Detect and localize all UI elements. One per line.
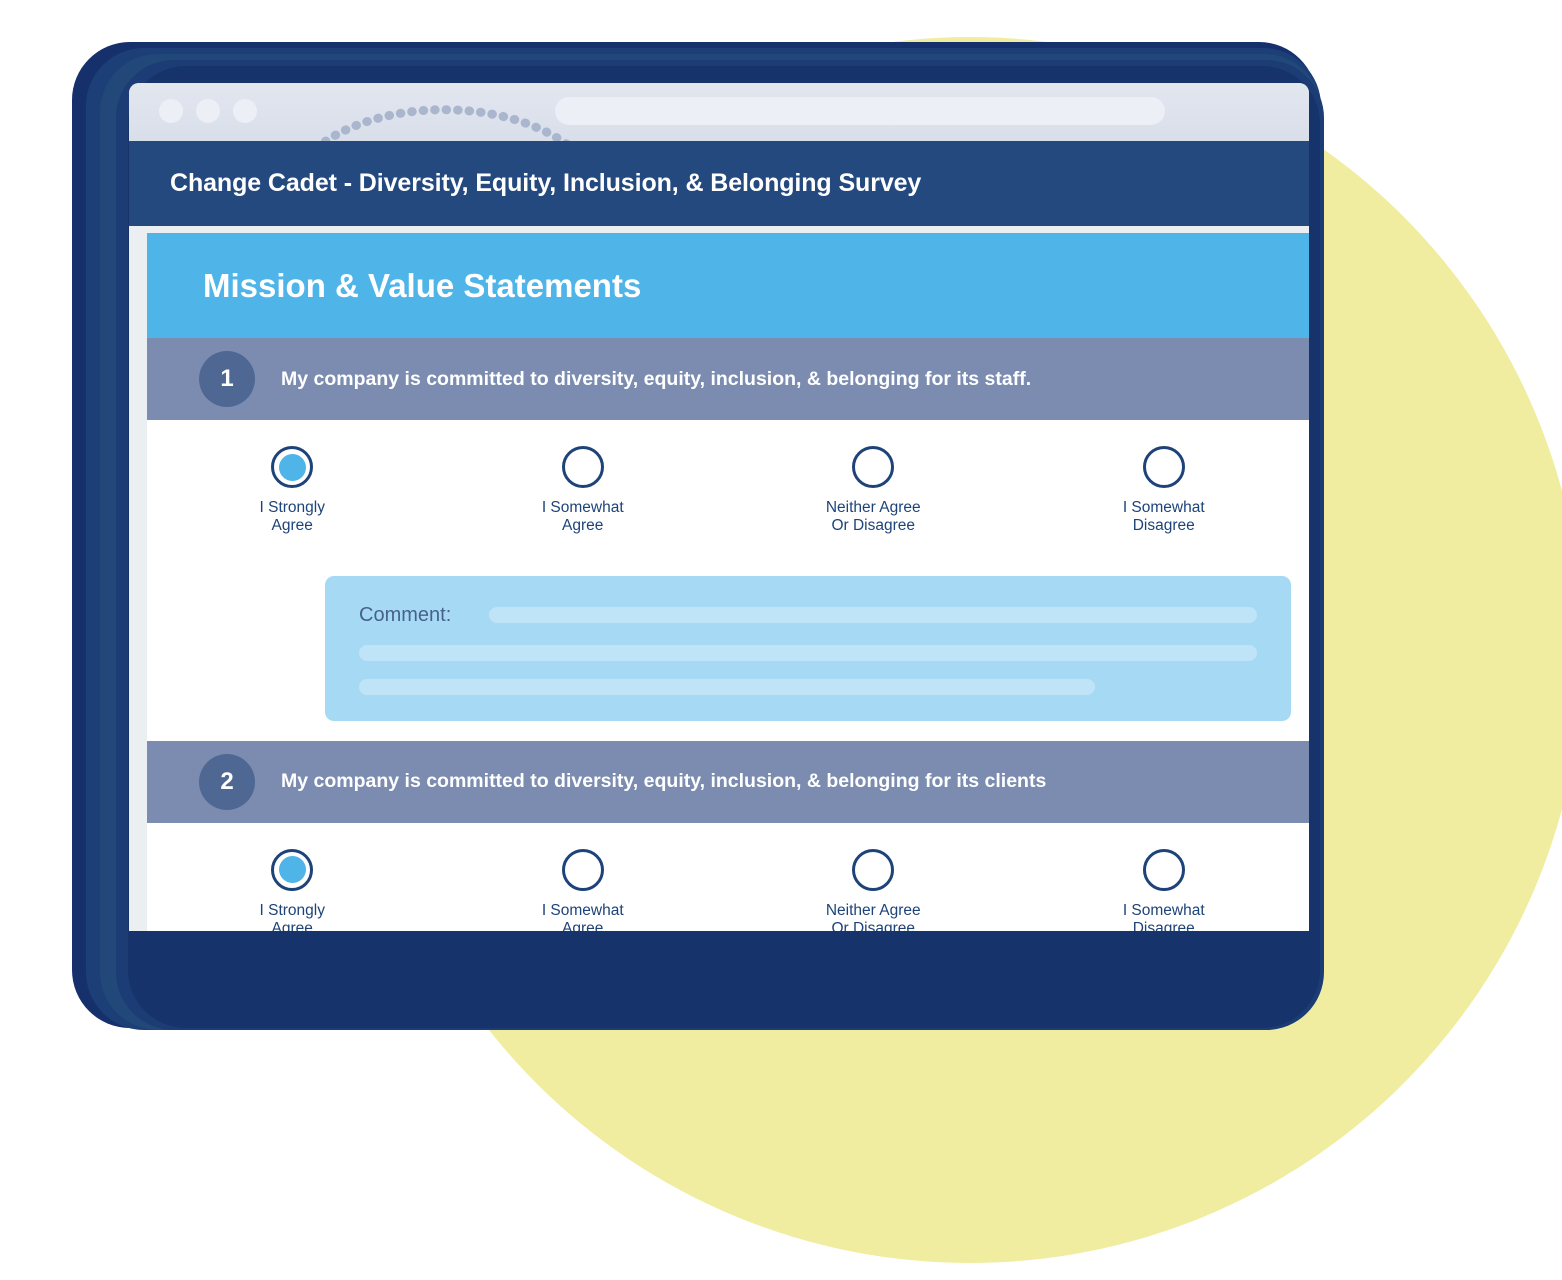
comment-first-row: Comment: (359, 604, 1257, 627)
option-neither-agree-or-disagree[interactable]: Neither Agree Or Disagree (728, 848, 1019, 931)
option-label: I Somewhat Disagree (1122, 499, 1205, 535)
radio-icon[interactable] (852, 446, 895, 488)
option-neither-agree-or-disagree[interactable]: Neither Agree Or Disagree (728, 446, 1019, 536)
question-number-badge: 1 (199, 351, 255, 407)
traffic-light-dots (159, 99, 257, 123)
browser-window: Change Cadet - Diversity, Equity, Inclus… (129, 83, 1309, 931)
section-header: Mission & Value Statements (147, 233, 1309, 338)
section-title: Mission & Value Statements (203, 266, 642, 304)
radio-icon[interactable] (1142, 848, 1185, 891)
option-i-strongly-agree[interactable]: I Strongly Agree (147, 848, 438, 931)
question-text: My company is committed to diversity, eq… (281, 770, 1047, 793)
browser-chrome (129, 83, 1309, 141)
question-number-badge: 2 (199, 753, 255, 810)
comment-input-line-2[interactable] (359, 644, 1257, 661)
radio-icon[interactable] (561, 446, 604, 488)
option-i-somewhat-agree[interactable]: I Somewhat Agree (438, 848, 729, 931)
comment-input-line-3[interactable] (359, 678, 1096, 695)
option-label: I Strongly Agree (259, 901, 325, 931)
radio-icon[interactable] (561, 848, 604, 891)
option-label: I Somewhat Agree (541, 499, 624, 535)
option-label: I Strongly Agree (259, 499, 325, 535)
radio-icon[interactable] (271, 848, 314, 891)
question-band: 1 My company is committed to diversity, … (147, 338, 1309, 420)
option-label: I Somewhat Disagree (1122, 901, 1205, 931)
option-i-strongly-agree[interactable]: I Strongly Agree (147, 446, 438, 536)
option-label: Neither Agree Or Disagree (825, 901, 921, 931)
window-minimize-dot-icon[interactable] (196, 99, 220, 123)
question-options: I Strongly Agree I Somewhat Agree Neithe… (147, 822, 1310, 931)
radio-icon[interactable] (852, 848, 895, 891)
option-i-somewhat-disagree[interactable]: I Somewhat Disagree (1019, 446, 1310, 536)
page-title: Change Cadet - Diversity, Equity, Inclus… (170, 169, 922, 197)
comment-input[interactable] (489, 607, 1257, 624)
option-i-somewhat-agree[interactable]: I Somewhat Agree (438, 446, 729, 536)
survey-card: Mission & Value Statements 1 My company … (147, 233, 1309, 931)
radio-icon[interactable] (1142, 446, 1185, 488)
radio-icon[interactable] (271, 446, 314, 488)
comment-label: Comment: (359, 603, 452, 626)
window-maximize-dot-icon[interactable] (233, 99, 257, 123)
app-titlebar: Change Cadet - Diversity, Equity, Inclus… (129, 141, 1309, 226)
comment-section: Comment: (147, 553, 1309, 741)
option-label: I Somewhat Agree (541, 901, 624, 931)
window-close-dot-icon[interactable] (159, 99, 183, 123)
question-band: 2 My company is committed to diversity, … (147, 740, 1309, 823)
url-input[interactable] (555, 97, 1165, 125)
question-text: My company is committed to diversity, eq… (281, 367, 1032, 390)
option-i-somewhat-disagree[interactable]: I Somewhat Disagree (1019, 848, 1310, 931)
survey-page: Mission & Value Statements 1 My company … (129, 226, 1309, 931)
question-options: I Strongly Agree I Somewhat Agree Neithe… (147, 420, 1309, 554)
comment-panel: Comment: (325, 575, 1291, 721)
option-label: Neither Agree Or Disagree (825, 499, 921, 535)
